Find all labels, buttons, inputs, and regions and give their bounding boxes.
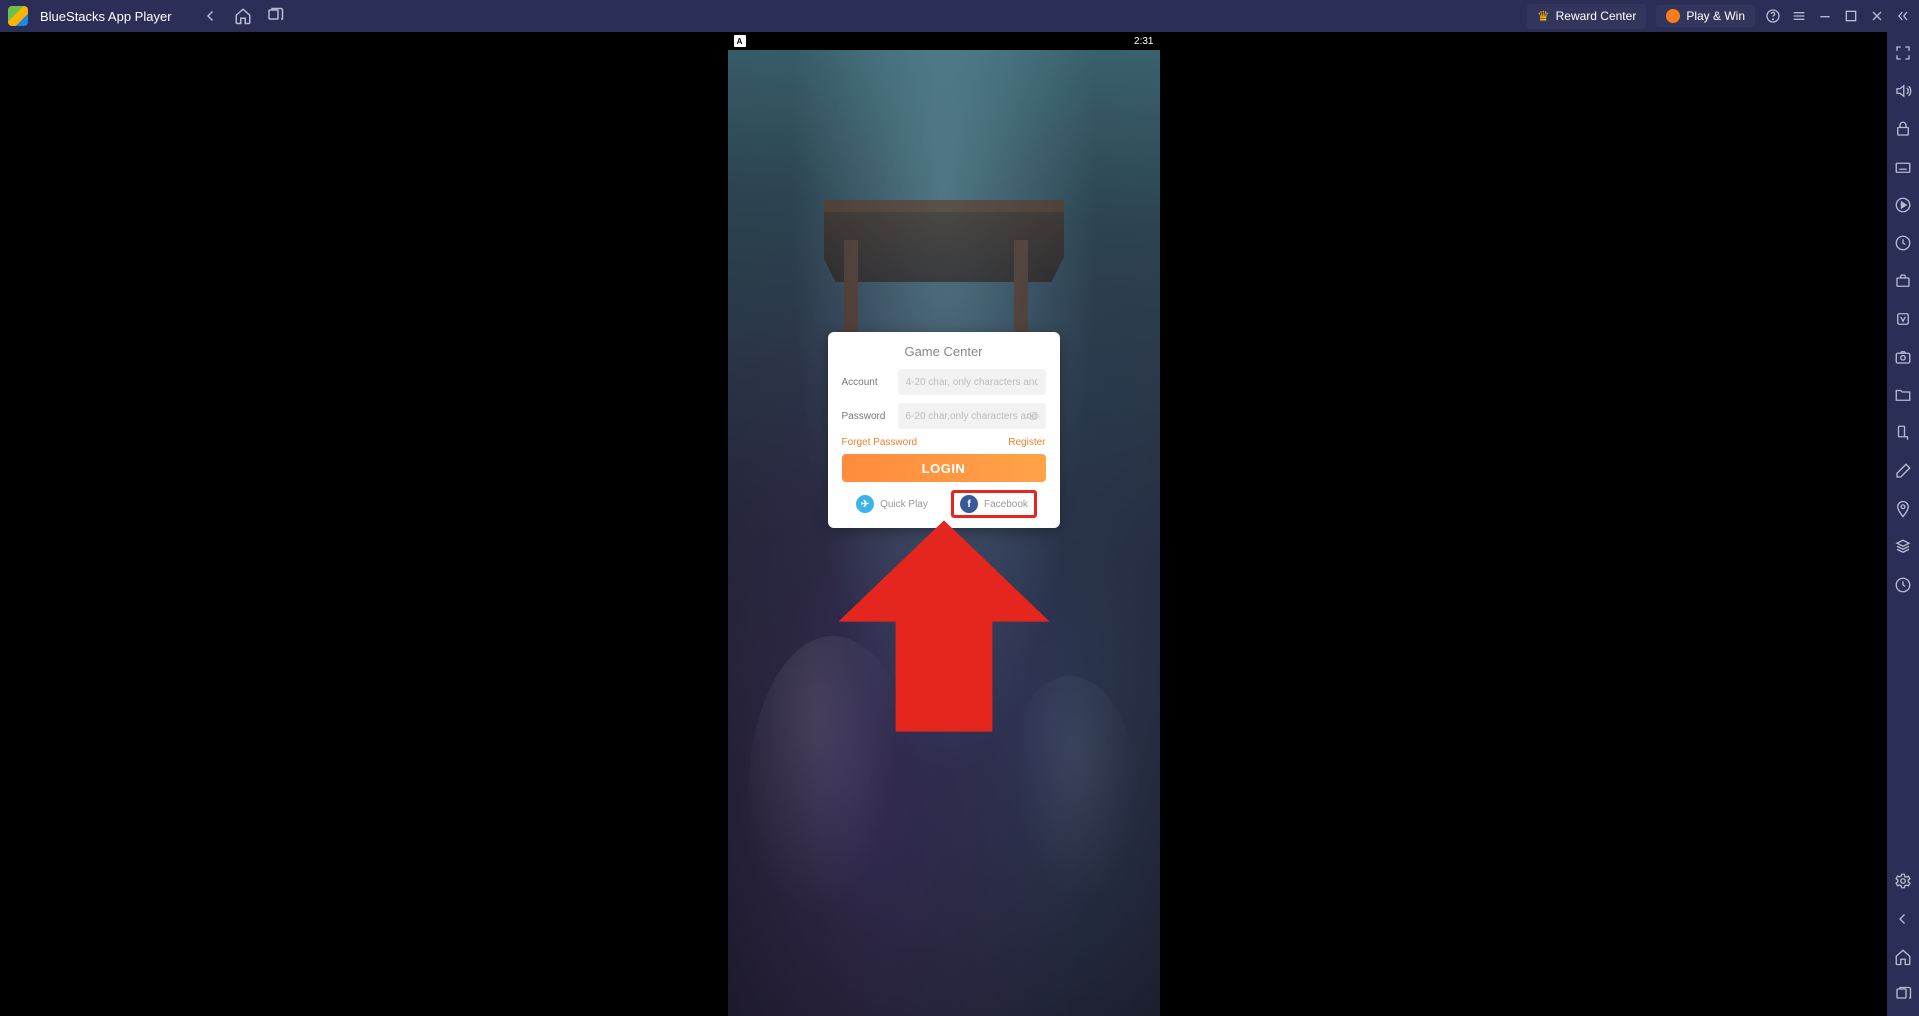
crown-icon: ♛: [1537, 8, 1550, 25]
install-apk-icon[interactable]: [1894, 196, 1912, 214]
forget-password-link[interactable]: Forget Password: [842, 437, 918, 448]
titlebar-left: BlueStacks App Player: [8, 6, 284, 26]
record-icon[interactable]: [1894, 576, 1912, 594]
statusbar-time: 2:31: [1134, 36, 1153, 47]
account-row: Account: [842, 369, 1046, 395]
right-sidebar: [1887, 32, 1919, 1016]
account-input[interactable]: [898, 369, 1046, 395]
password-label: Password: [842, 411, 890, 422]
help-icon[interactable]: [1765, 8, 1781, 24]
settings-icon[interactable]: [1894, 872, 1912, 890]
login-title: Game Center: [842, 344, 1046, 359]
recent-apps-icon[interactable]: [266, 7, 284, 25]
password-input[interactable]: [898, 403, 1046, 429]
back-icon[interactable]: [202, 7, 220, 25]
play-and-win-button[interactable]: Play & Win: [1656, 5, 1755, 27]
home-icon[interactable]: [234, 7, 252, 25]
macro-icon[interactable]: [1894, 310, 1912, 328]
toolbox-icon[interactable]: [1894, 272, 1912, 290]
password-row: Password: [842, 403, 1046, 429]
android-statusbar: A 2:31: [728, 32, 1160, 50]
screenshot-icon[interactable]: [1894, 348, 1912, 366]
location-icon[interactable]: [1894, 500, 1912, 518]
nav-icons: [202, 7, 284, 25]
hamburger-menu-icon[interactable]: [1791, 8, 1807, 24]
account-label: Account: [842, 377, 890, 388]
social-row: ✈ Quick Play f Facebook: [842, 490, 1046, 518]
maximize-icon[interactable]: [1843, 8, 1859, 24]
android-recent-icon[interactable]: [1894, 986, 1912, 1004]
rightbar-bottom: [1894, 872, 1912, 1016]
titlebar-right: ♛ Reward Center Play & Win: [1527, 4, 1911, 29]
reward-center-button[interactable]: ♛ Reward Center: [1527, 4, 1646, 29]
statusbar-badge: A: [734, 35, 746, 47]
facebook-label: Facebook: [984, 499, 1028, 510]
rotate-icon[interactable]: [1894, 424, 1912, 442]
titlebar: BlueStacks App Player ♛ Reward Center Pl…: [0, 0, 1919, 32]
phone-frame: A 2:31 Game Center Account Password Fo: [728, 32, 1160, 1016]
rocket-icon: ✈: [856, 495, 874, 513]
bluestacks-logo-icon: [8, 6, 28, 26]
minimize-icon[interactable]: [1817, 8, 1833, 24]
close-icon[interactable]: [1869, 8, 1885, 24]
reward-center-label: Reward Center: [1556, 9, 1637, 23]
temple-gate-art: [794, 160, 1094, 360]
links-row: Forget Password Register: [842, 437, 1046, 448]
facebook-login-button[interactable]: f Facebook: [951, 490, 1037, 518]
app-title: BlueStacks App Player: [40, 9, 172, 24]
eraser-icon[interactable]: [1894, 462, 1912, 480]
login-button[interactable]: LOGIN: [842, 454, 1046, 482]
login-card: Game Center Account Password Forget Pass…: [828, 332, 1060, 528]
coin-icon: [1666, 9, 1680, 23]
collapse-sidebar-icon[interactable]: [1895, 8, 1911, 24]
annotation-arrow: [834, 516, 1054, 736]
lock-cursor-icon[interactable]: [1894, 120, 1912, 138]
sync-icon[interactable]: [1894, 234, 1912, 252]
media-folder-icon[interactable]: [1894, 386, 1912, 404]
keyboard-icon[interactable]: [1894, 158, 1912, 176]
show-password-icon[interactable]: [1026, 409, 1040, 423]
multi-instance-icon[interactable]: [1894, 538, 1912, 556]
quick-play-label: Quick Play: [880, 499, 928, 510]
volume-icon[interactable]: [1894, 82, 1912, 100]
fullscreen-icon[interactable]: [1894, 44, 1912, 62]
play-win-label: Play & Win: [1686, 9, 1745, 23]
android-home-icon[interactable]: [1894, 948, 1912, 966]
app-area: A 2:31 Game Center Account Password Fo: [0, 32, 1887, 1016]
facebook-icon: f: [960, 495, 978, 513]
quick-play-button[interactable]: ✈ Quick Play: [850, 492, 934, 516]
android-back-icon[interactable]: [1894, 910, 1912, 928]
register-link[interactable]: Register: [1008, 437, 1045, 448]
